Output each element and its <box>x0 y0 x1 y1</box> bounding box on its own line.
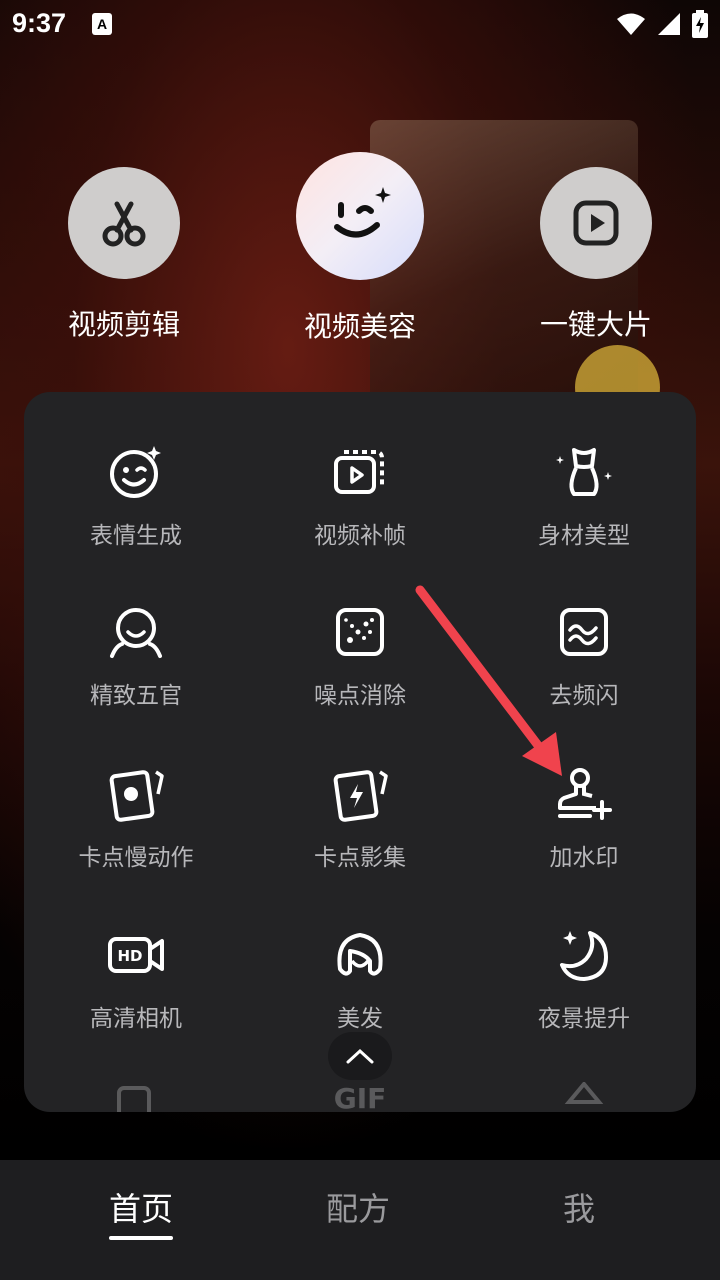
pointer-arrow <box>415 585 562 776</box>
nav-active-indicator <box>109 1236 173 1240</box>
nav-me[interactable]: 我 <box>479 1184 679 1230</box>
bottom-nav: 首页 配方 我 <box>0 1160 720 1280</box>
nav-recipes[interactable]: 配方 <box>258 1184 458 1230</box>
nav-home[interactable]: 首页 <box>41 1184 241 1230</box>
